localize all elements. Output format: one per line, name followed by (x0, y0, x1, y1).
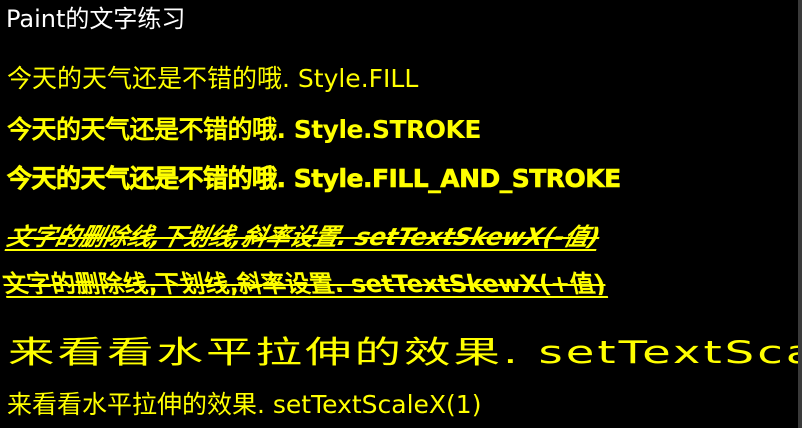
text-scale-normal: 来看看水平拉伸的效果. setTextScaleX(1) (7, 390, 482, 419)
text-style-fill: 今天的天气还是不错的哦. Style.FILL (7, 64, 419, 93)
text-skew-positive: 文字的删除线,下划线,斜率设置. setTextSkewX(+值) (0, 270, 609, 298)
text-skew-negative: 文字的删除线,下划线,斜率设置. setTextSkewX(-值) (4, 223, 603, 251)
screen: Paint的文字练习 今天的天气还是不错的哦. Style.FILL 今天的天气… (0, 0, 802, 428)
text-style-stroke: 今天的天气还是不错的哦. Style.STROKE (7, 115, 482, 144)
text-scale-wide: 来看看水平拉伸的效果. setTextScaleX(2) (8, 335, 802, 371)
page-title: Paint的文字练习 (6, 5, 186, 33)
scrollbar-edge (798, 0, 802, 428)
text-style-fill-and-stroke: 今天的天气还是不错的哦. Style.FILL_AND_STROKE (7, 164, 622, 193)
